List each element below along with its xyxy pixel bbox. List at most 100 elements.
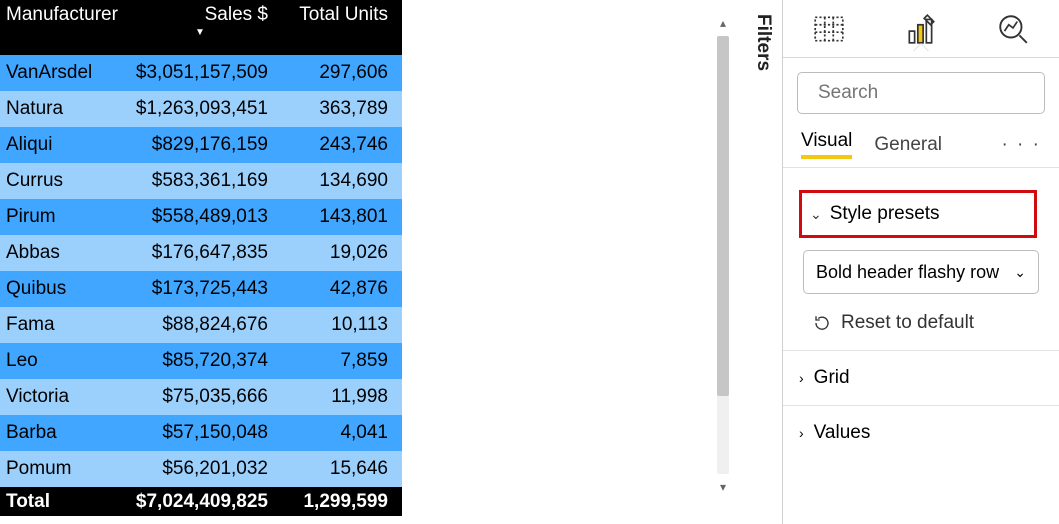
col-header-total-units[interactable]: Total Units bbox=[272, 4, 396, 26]
paint-brush-bars-icon bbox=[904, 12, 938, 46]
style-preset-selected: Bold header flashy row bbox=[816, 262, 999, 283]
analytics-magnifier-icon bbox=[996, 12, 1030, 46]
cell-sales: $558,489,013 bbox=[132, 206, 272, 228]
total-units: 1,299,599 bbox=[272, 491, 396, 513]
table-grid-icon bbox=[812, 12, 846, 46]
format-visual-tab[interactable] bbox=[893, 8, 949, 50]
cell-manufacturer: Abbas bbox=[0, 242, 132, 264]
vertical-scrollbar[interactable]: ▴ ▾ bbox=[708, 0, 738, 500]
col-header-manufacturer-label: Manufacturer bbox=[6, 4, 118, 25]
filters-pane-toggle[interactable]: Filters bbox=[746, 4, 780, 82]
cell-sales: $583,361,169 bbox=[132, 170, 272, 192]
cell-units: 297,606 bbox=[272, 62, 396, 84]
reset-to-default-button[interactable]: Reset to default bbox=[799, 294, 1043, 342]
col-header-sales[interactable]: Sales $ ▼ bbox=[132, 4, 272, 38]
cell-manufacturer: Pirum bbox=[0, 206, 132, 228]
total-sales: $7,024,409,825 bbox=[132, 491, 272, 513]
cell-sales: $176,647,835 bbox=[132, 242, 272, 264]
cell-units: 363,789 bbox=[272, 98, 396, 120]
cell-sales: $88,824,676 bbox=[132, 314, 272, 336]
style-presets-highlight: ⌄ Style presets bbox=[799, 190, 1037, 238]
cell-sales: $56,201,032 bbox=[132, 458, 272, 480]
table-body: VanArsdel$3,051,157,509297,606Natura$1,2… bbox=[0, 55, 402, 487]
total-label: Total bbox=[0, 491, 132, 513]
cell-manufacturer: Currus bbox=[0, 170, 132, 192]
analytics-tab[interactable] bbox=[985, 8, 1041, 50]
table-row[interactable]: Pomum$56,201,03215,646 bbox=[0, 451, 402, 487]
cell-sales: $173,725,443 bbox=[132, 278, 272, 300]
col-header-manufacturer[interactable]: Manufacturer bbox=[0, 4, 132, 26]
format-pane: Visual General · · · ⌄ Style presets Bol… bbox=[782, 0, 1059, 524]
reset-label: Reset to default bbox=[841, 312, 974, 334]
table-row[interactable]: Natura$1,263,093,451363,789 bbox=[0, 91, 402, 127]
cell-sales: $75,035,666 bbox=[132, 386, 272, 408]
cell-units: 15,646 bbox=[272, 458, 396, 480]
active-tab-indicator-icon bbox=[913, 43, 929, 51]
cell-sales: $57,150,048 bbox=[132, 422, 272, 444]
table-row[interactable]: VanArsdel$3,051,157,509297,606 bbox=[0, 55, 402, 91]
cell-manufacturer: Pomum bbox=[0, 458, 132, 480]
subtab-general[interactable]: General bbox=[874, 134, 942, 156]
reset-icon bbox=[813, 314, 831, 332]
cell-units: 243,746 bbox=[272, 134, 396, 156]
build-visual-tab[interactable] bbox=[801, 8, 857, 50]
cell-manufacturer: Barba bbox=[0, 422, 132, 444]
cell-units: 134,690 bbox=[272, 170, 396, 192]
cell-manufacturer: Victoria bbox=[0, 386, 132, 408]
cell-units: 11,998 bbox=[272, 386, 396, 408]
values-label: Values bbox=[814, 422, 871, 444]
cell-manufacturer: Quibus bbox=[0, 278, 132, 300]
cell-manufacturer: Fama bbox=[0, 314, 132, 336]
cell-sales: $3,051,157,509 bbox=[132, 62, 272, 84]
table-row[interactable]: Victoria$75,035,66611,998 bbox=[0, 379, 402, 415]
style-presets-label: Style presets bbox=[830, 203, 940, 225]
style-preset-dropdown[interactable]: Bold header flashy row ⌄ bbox=[803, 250, 1039, 294]
format-subtabs: Visual General · · · bbox=[783, 122, 1059, 159]
scroll-thumb[interactable] bbox=[717, 36, 729, 396]
cell-units: 7,859 bbox=[272, 350, 396, 372]
cell-manufacturer: Natura bbox=[0, 98, 132, 120]
cell-manufacturer: VanArsdel bbox=[0, 62, 132, 84]
format-search-input[interactable] bbox=[816, 81, 1059, 105]
cell-units: 42,876 bbox=[272, 278, 396, 300]
chevron-down-icon: ⌄ bbox=[1014, 264, 1026, 281]
table-header-row: Manufacturer Sales $ ▼ Total Units bbox=[0, 0, 402, 55]
chevron-right-icon: › bbox=[799, 425, 804, 441]
table-row[interactable]: Aliqui$829,176,159243,746 bbox=[0, 127, 402, 163]
table-row[interactable]: Barba$57,150,0484,041 bbox=[0, 415, 402, 451]
table-visual: Manufacturer Sales $ ▼ Total Units VanAr… bbox=[0, 0, 402, 524]
cell-manufacturer: Aliqui bbox=[0, 134, 132, 156]
col-header-sales-label: Sales $ bbox=[205, 4, 268, 25]
chevron-right-icon: › bbox=[799, 370, 804, 386]
scroll-up-button[interactable]: ▴ bbox=[714, 14, 732, 32]
section-values[interactable]: › Values bbox=[783, 405, 1059, 460]
format-search[interactable] bbox=[797, 72, 1045, 114]
table-row[interactable]: Fama$88,824,67610,113 bbox=[0, 307, 402, 343]
sort-desc-icon: ▼ bbox=[132, 28, 268, 38]
cell-units: 143,801 bbox=[272, 206, 396, 228]
cell-units: 10,113 bbox=[272, 314, 396, 336]
scroll-down-button[interactable]: ▾ bbox=[714, 478, 732, 496]
cell-manufacturer: Leo bbox=[0, 350, 132, 372]
grid-label: Grid bbox=[814, 367, 850, 389]
chevron-down-icon: ⌄ bbox=[810, 206, 822, 223]
subtab-more-options[interactable]: · · · bbox=[1001, 134, 1041, 156]
cell-sales: $829,176,159 bbox=[132, 134, 272, 156]
col-header-units-label: Total Units bbox=[299, 4, 388, 25]
table-row[interactable]: Abbas$176,647,83519,026 bbox=[0, 235, 402, 271]
cell-sales: $1,263,093,451 bbox=[132, 98, 272, 120]
section-style-presets: ⌄ Style presets Bold header flashy row ⌄… bbox=[783, 168, 1059, 350]
filters-label: Filters bbox=[752, 14, 774, 71]
cell-units: 19,026 bbox=[272, 242, 396, 264]
table-row[interactable]: Currus$583,361,169134,690 bbox=[0, 163, 402, 199]
subtab-visual[interactable]: Visual bbox=[801, 130, 852, 159]
cell-sales: $85,720,374 bbox=[132, 350, 272, 372]
table-row[interactable]: Quibus$173,725,44342,876 bbox=[0, 271, 402, 307]
cell-units: 4,041 bbox=[272, 422, 396, 444]
style-presets-header[interactable]: ⌄ Style presets bbox=[810, 203, 1026, 225]
table-row[interactable]: Pirum$558,489,013143,801 bbox=[0, 199, 402, 235]
pane-view-tabs bbox=[783, 0, 1059, 58]
section-grid[interactable]: › Grid bbox=[783, 350, 1059, 405]
table-row[interactable]: Leo$85,720,3747,859 bbox=[0, 343, 402, 379]
table-total-row: Total $7,024,409,825 1,299,599 bbox=[0, 487, 402, 516]
